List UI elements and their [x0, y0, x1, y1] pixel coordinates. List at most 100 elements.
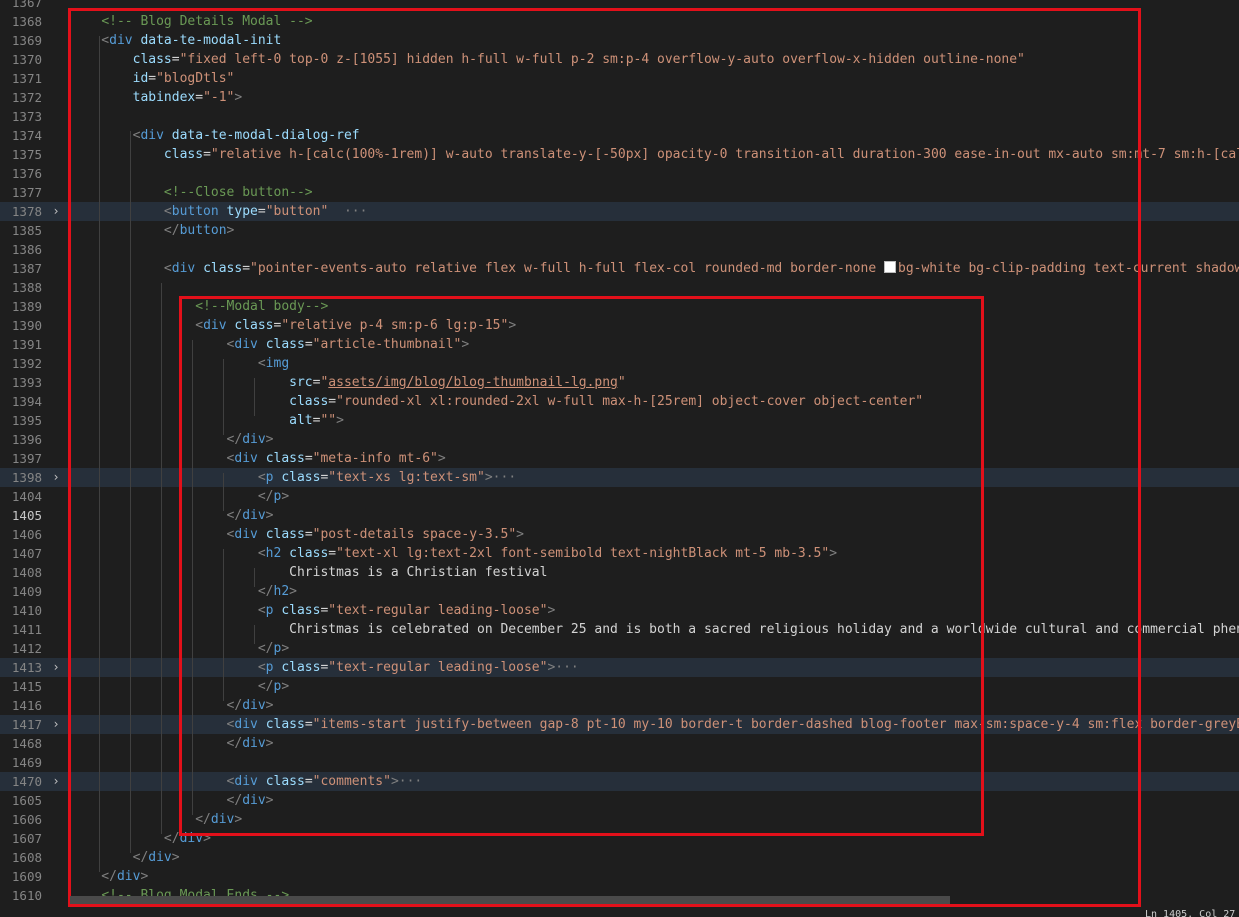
code-token: div: [242, 736, 266, 751]
code-line[interactable]: 1413 › <p class="text-regular leading-loo…: [0, 658, 1239, 677]
code-line[interactable]: 1378 › <button type="button" ···: [0, 202, 1239, 221]
code-line[interactable]: 1404 </p>: [0, 487, 1239, 506]
code-line[interactable]: 1417 › <div class="items-start justify-be…: [0, 715, 1239, 734]
code-line[interactable]: 1415 </p>: [0, 677, 1239, 696]
code-line[interactable]: 1416 </div>: [0, 696, 1239, 715]
code-token: >: [516, 527, 524, 542]
code-line[interactable]: 1396 </div>: [0, 430, 1239, 449]
code-line[interactable]: 1605 </div>: [0, 791, 1239, 810]
code-line[interactable]: 1375 class="relative h-[calc(100%-1rem)]…: [0, 145, 1239, 164]
horizontal-scrollbar[interactable]: [70, 896, 950, 904]
code-line[interactable]: 1368 <!-- Blog Details Modal -->: [0, 12, 1239, 31]
code-line[interactable]: 1468 </div>: [0, 734, 1239, 753]
code-line[interactable]: 1370 class="fixed left-0 top-0 z-[1055] …: [0, 50, 1239, 69]
line-number: 1390: [11, 318, 42, 333]
code-text: <h2 class="text-xl lg:text-2xl font-semi…: [70, 544, 837, 563]
code-line[interactable]: 1371 id="blogDtls": [0, 69, 1239, 88]
code-text: <div class="meta-info mt-6">: [70, 449, 446, 468]
code-line[interactable]: 1406 <div class="post-details space-y-3.…: [0, 525, 1239, 544]
fold-chevron-icon[interactable]: ›: [50, 202, 62, 221]
code-token: =: [328, 394, 337, 409]
code-line[interactable]: 1407 <h2 class="text-xl lg:text-2xl font…: [0, 544, 1239, 563]
code-token: >: [234, 90, 243, 105]
folded-ellipsis[interactable]: ···: [555, 660, 578, 675]
folded-ellipsis[interactable]: ···: [493, 470, 516, 485]
fold-chevron-icon[interactable]: ›: [50, 715, 62, 734]
code-line[interactable]: 1372 tabindex="-1">: [0, 88, 1239, 107]
line-number: 1377: [11, 185, 42, 200]
code-token: tabindex: [132, 90, 196, 105]
code-line[interactable]: 1394 class="rounded-xl xl:rounded-2xl w-…: [0, 392, 1239, 411]
code-token: "fixed left-0 top-0 z-[1055] hidden h-fu…: [179, 52, 1025, 67]
code-line[interactable]: 1369 <div data-te-modal-init: [0, 31, 1239, 50]
code-token: </: [70, 793, 243, 808]
code-line[interactable]: 1376: [0, 164, 1239, 183]
code-token: <: [70, 261, 172, 276]
code-line[interactable]: 1389 <!--Modal body-->: [0, 297, 1239, 316]
folded-ellipsis[interactable]: ···: [344, 204, 367, 219]
code-line[interactable]: 1367: [0, 0, 1239, 12]
code-text: <div class="post-details space-y-3.5">: [70, 525, 524, 544]
code-line[interactable]: 1388: [0, 278, 1239, 297]
line-number: 1412: [11, 641, 42, 656]
code-token: </: [70, 641, 274, 656]
code-line[interactable]: 1392 <img: [0, 354, 1239, 373]
line-number: 1386: [11, 242, 42, 257]
code-text: </div>: [70, 848, 180, 867]
indent-guide: [254, 378, 255, 416]
code-line[interactable]: 1395 alt="">: [0, 411, 1239, 430]
code-token: <!--Close button-->: [163, 185, 313, 200]
code-line[interactable]: 1391 <div class="article-thumbnail">: [0, 335, 1239, 354]
code-token: =: [304, 527, 313, 542]
code-line[interactable]: 1469: [0, 753, 1239, 772]
code-token: "button": [265, 204, 329, 219]
fold-chevron-icon[interactable]: ›: [50, 468, 62, 487]
line-number: 1389: [11, 299, 42, 314]
line-number: 1395: [11, 413, 42, 428]
code-line[interactable]: 1398 › <p class="text-xs lg:text-sm">···: [0, 468, 1239, 487]
code-token: div: [109, 33, 133, 48]
code-text: <div class="relative p-4 sm:p-6 lg:p-15"…: [70, 316, 516, 335]
code-line[interactable]: 1373: [0, 107, 1239, 126]
code-token: >: [484, 470, 493, 485]
code-token: >: [547, 603, 556, 618]
code-line[interactable]: 1411 Christmas is celebrated on December…: [0, 620, 1239, 639]
code-token: div: [234, 337, 258, 352]
code-line[interactable]: 1410 <p class="text-regular leading-loos…: [0, 601, 1239, 620]
code-text: <div class="items-start justify-between …: [70, 715, 1239, 734]
code-line[interactable]: 1390 <div class="relative p-4 sm:p-6 lg:…: [0, 316, 1239, 335]
code-line[interactable]: 1385 </button>: [0, 221, 1239, 240]
code-line[interactable]: 1470 › <div class="comments">···: [0, 772, 1239, 791]
code-token: =: [304, 774, 313, 789]
code-line[interactable]: 1608 </div>: [0, 848, 1239, 867]
code-token: >: [203, 831, 211, 846]
code-line[interactable]: 1412 </p>: [0, 639, 1239, 658]
line-number: 1396: [11, 432, 42, 447]
folded-ellipsis[interactable]: ···: [399, 774, 422, 789]
code-editor[interactable]: 1367 1368 <!-- Blog Details Modal --> 1369…: [0, 0, 1239, 917]
code-token: </: [70, 831, 180, 846]
code-token: Christmas is celebrated on December 25 a…: [70, 622, 1239, 637]
code-line[interactable]: 1607 </div>: [0, 829, 1239, 848]
code-token: div: [234, 774, 258, 789]
code-line[interactable]: 1606 </div>: [0, 810, 1239, 829]
code-text: <div data-te-modal-dialog-ref: [70, 126, 360, 145]
code-line[interactable]: 1374 <div data-te-modal-dialog-ref: [0, 126, 1239, 145]
code-line[interactable]: 1393 src="assets/img/blog/blog-thumbnail…: [0, 373, 1239, 392]
fold-chevron-icon[interactable]: ›: [50, 772, 62, 791]
line-number: 1606: [11, 812, 42, 827]
code-line[interactable]: 1386: [0, 240, 1239, 259]
code-line[interactable]: 1405 </div>: [0, 506, 1239, 525]
code-line[interactable]: 1609 </div>: [0, 867, 1239, 886]
fold-chevron-icon[interactable]: ›: [50, 658, 62, 677]
code-line[interactable]: 1409 </h2>: [0, 582, 1239, 601]
code-line[interactable]: 1397 <div class="meta-info mt-6">: [0, 449, 1239, 468]
code-line[interactable]: 1408 Christmas is a Christian festival: [0, 563, 1239, 582]
code-line[interactable]: 1377 <!--Close button-->: [0, 183, 1239, 202]
code-line[interactable]: 1387 <div class="pointer-events-auto rel…: [0, 259, 1239, 278]
code-text: </div>: [70, 829, 211, 848]
